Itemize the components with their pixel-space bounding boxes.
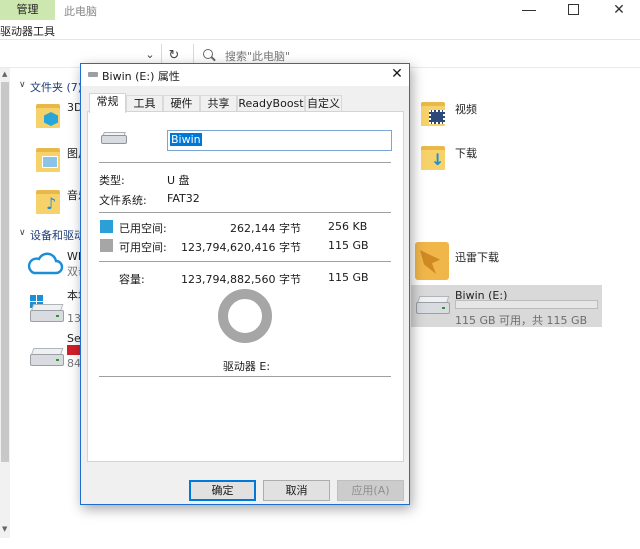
tab-sharing[interactable]: 共享 — [200, 95, 237, 112]
close-icon[interactable]: ✕ — [608, 0, 630, 20]
ribbon-bar: 管理 此电脑 ✕ — [0, 0, 640, 20]
tab-readyboost[interactable]: ReadyBoost — [237, 95, 305, 112]
cancel-button[interactable]: 取消 — [263, 480, 330, 501]
drive-body — [101, 135, 127, 144]
free-space-bytes: 123,794,620,416 字节 — [181, 241, 301, 254]
free-space-size: 115 GB — [328, 239, 369, 252]
folder-videos-label[interactable]: 视频 — [455, 101, 477, 117]
capacity-size: 115 GB — [328, 271, 369, 284]
seagate-drive-icon[interactable] — [30, 348, 64, 370]
close-icon[interactable]: ✕ — [388, 65, 406, 83]
divider — [99, 162, 391, 163]
divider — [99, 212, 391, 213]
tab-tools[interactable]: 工具 — [126, 95, 163, 112]
apply-button[interactable]: 应用(A) — [337, 480, 404, 501]
folder-downloads-label[interactable]: 下载 — [455, 145, 477, 161]
volume-name-field[interactable]: Biwin — [167, 130, 392, 151]
folder-pictures-icon[interactable] — [36, 146, 60, 172]
seagate-usage-bar — [67, 345, 81, 355]
general-panel: Biwin 类型: U 盘 文件系统: FAT32 已用空间: 262,144 … — [87, 111, 404, 462]
used-space-swatch — [100, 220, 113, 233]
window-title: 此电脑 — [64, 5, 97, 18]
filesystem-value: FAT32 — [167, 192, 200, 205]
folder-videos-icon[interactable] — [421, 100, 445, 130]
divider — [99, 376, 391, 377]
xunlei-label[interactable]: 迅雷下载 — [455, 249, 499, 265]
folder-music-icon[interactable]: ♪ — [36, 188, 60, 214]
ok-button[interactable]: 确定 — [189, 480, 256, 501]
drive-led — [56, 359, 59, 361]
ribbon-subbar: 驱动器工具 — [0, 20, 640, 40]
drive-e-usage-bar — [455, 300, 598, 309]
drive-letter-label: 驱动器 E: — [222, 360, 271, 373]
capacity-label: 容量: — [119, 273, 145, 286]
volume-name-value: Biwin — [170, 133, 202, 146]
dialog-titlebar[interactable]: Biwin (E:) 属性 ✕ — [81, 64, 409, 86]
disk-usage-donut — [218, 289, 272, 343]
collapse-folders-icon[interactable]: ∨ — [19, 80, 26, 90]
search-icon — [203, 49, 213, 59]
ribbon-tab-manage[interactable]: 管理 — [0, 0, 55, 20]
collapse-devices-icon[interactable]: ∨ — [19, 228, 26, 238]
xunlei-folder-icon[interactable] — [415, 242, 449, 280]
maximize-icon[interactable] — [568, 4, 579, 15]
drive-e-sub: 115 GB 可用，共 115 GB — [455, 314, 588, 327]
tab-customize[interactable]: 自定义 — [305, 95, 342, 112]
scroll-up-icon[interactable]: ▲ — [2, 70, 7, 78]
divider — [99, 261, 391, 262]
drive-icon — [88, 72, 98, 77]
scroll-down-icon[interactable]: ▼ — [2, 525, 7, 533]
filesystem-label: 文件系统: — [99, 194, 147, 207]
nav-scrollbar-thumb[interactable] — [1, 82, 9, 462]
folder-3d-icon[interactable] — [36, 102, 60, 128]
search-placeholder: 搜索"此电脑" — [225, 50, 291, 63]
free-space-label: 可用空间: — [119, 241, 167, 254]
chevron-down-icon[interactable]: ⌄ — [142, 47, 158, 63]
usb-drive-icon — [416, 296, 450, 318]
drive-led — [442, 307, 445, 309]
folder-downloads-icon[interactable]: ↓ — [421, 144, 445, 174]
dialog-title: Biwin (E:) 属性 — [102, 70, 180, 83]
local-disk-icon[interactable] — [30, 304, 64, 326]
film-icon — [429, 110, 445, 124]
tab-hardware[interactable]: 硬件 — [163, 95, 200, 112]
used-space-label: 已用空间: — [119, 222, 167, 235]
type-value: U 盘 — [167, 174, 190, 187]
drive-led — [56, 315, 59, 317]
free-space-swatch — [100, 239, 113, 252]
cloud-icon[interactable] — [26, 250, 64, 276]
picture-icon — [42, 156, 58, 168]
minimize-icon[interactable] — [522, 10, 536, 11]
capacity-bytes: 123,794,882,560 字节 — [181, 273, 301, 286]
section-folders[interactable]: 文件夹 (7) — [30, 79, 82, 95]
ribbon-tab-drive-tools[interactable]: 驱动器工具 — [0, 23, 55, 39]
used-space-bytes: 262,144 字节 — [230, 222, 301, 235]
used-space-size: 256 KB — [328, 220, 368, 233]
tab-general[interactable]: 常规 — [89, 93, 126, 113]
music-note-icon: ♪ — [46, 194, 57, 213]
type-label: 类型: — [99, 174, 125, 187]
arrow-down-icon: ↓ — [431, 150, 445, 169]
properties-dialog: Biwin (E:) 属性 ✕ 常规 工具 硬件 共享 ReadyBoost 自… — [80, 63, 410, 505]
usb-drive-icon — [101, 132, 127, 146]
